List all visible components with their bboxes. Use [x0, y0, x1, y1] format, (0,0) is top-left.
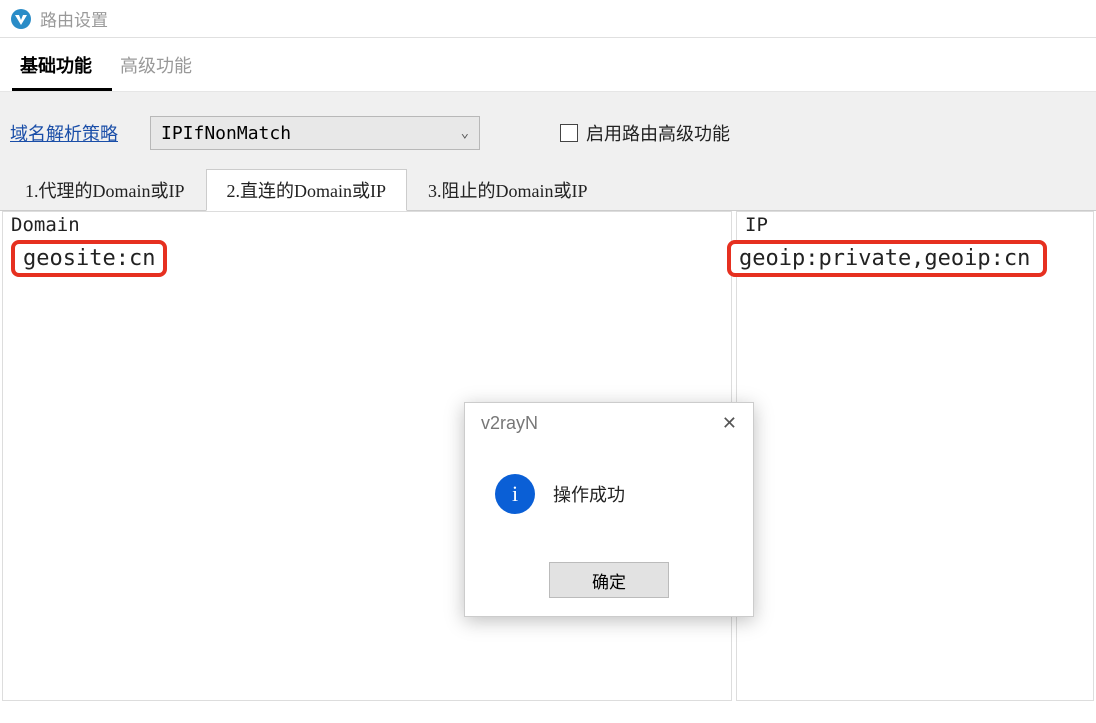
dns-strategy-link[interactable]: 域名解析策略 — [10, 120, 118, 146]
sub-tab-row: 1.代理的Domain或IP 2.直连的Domain或IP 3.阻止的Domai… — [0, 168, 1096, 211]
app-icon — [10, 8, 32, 30]
ip-textarea[interactable]: geoip:private,geoip:cn — [727, 240, 1047, 277]
tab-advanced[interactable]: 高级功能 — [112, 46, 212, 91]
ip-panel: IP geoip:private,geoip:cn — [736, 211, 1094, 701]
enable-advanced-checkbox[interactable]: 启用路由高级功能 — [560, 120, 730, 146]
tab-basic[interactable]: 基础功能 — [12, 46, 112, 91]
window-title: 路由设置 — [40, 6, 108, 31]
titlebar: 路由设置 — [0, 0, 1096, 37]
domain-panel-title: Domain — [3, 212, 731, 238]
chevron-down-icon: ⌄ — [461, 125, 469, 141]
domain-textarea[interactable]: geosite:cn — [11, 240, 167, 277]
message-dialog: v2rayN ✕ i 操作成功 确定 — [464, 402, 754, 617]
subtab-proxy[interactable]: 1.代理的Domain或IP — [4, 169, 206, 211]
subtab-block[interactable]: 3.阻止的Domain或IP — [407, 169, 609, 211]
toolbar: 域名解析策略 IPIfNonMatch ⌄ 启用路由高级功能 — [0, 91, 1096, 168]
ok-button[interactable]: 确定 — [549, 562, 669, 598]
main-tab-row: 基础功能 高级功能 — [0, 37, 1096, 91]
checkbox-box[interactable] — [560, 124, 578, 142]
subtab-direct[interactable]: 2.直连的Domain或IP — [206, 169, 408, 211]
checkbox-label: 启用路由高级功能 — [586, 120, 730, 146]
dialog-body: i 操作成功 — [465, 440, 753, 554]
dialog-title: v2rayN — [481, 413, 538, 434]
dns-strategy-dropdown[interactable]: IPIfNonMatch ⌄ — [150, 116, 480, 150]
info-icon: i — [495, 474, 535, 514]
close-icon[interactable]: ✕ — [718, 413, 741, 434]
dialog-message: 操作成功 — [553, 481, 625, 507]
dialog-footer: 确定 — [465, 554, 753, 616]
dropdown-value: IPIfNonMatch — [161, 123, 291, 144]
dialog-header: v2rayN ✕ — [465, 403, 753, 440]
ip-panel-title: IP — [737, 212, 1093, 238]
